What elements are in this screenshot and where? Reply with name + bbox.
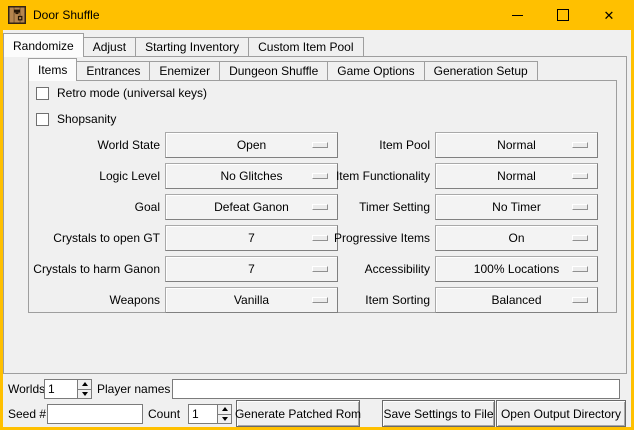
timer-setting-dropdown[interactable]: No Timer [435,194,598,220]
item-functionality-dropdown[interactable]: Normal [435,163,598,189]
logic-level-label: Logic Level [10,163,160,189]
maximize-button[interactable] [540,0,586,30]
tab-generation-setup[interactable]: Generation Setup [424,61,538,80]
tab-randomize[interactable]: Randomize [3,33,84,57]
goal-label: Goal [10,194,160,220]
spin-down-button[interactable] [218,415,231,424]
progressive-items-label: Progressive Items [300,225,430,251]
tab-enemizer[interactable]: Enemizer [149,61,220,80]
player-names-label: Player names [97,379,170,399]
app-window: Door Shuffle ✕ Randomize Adjust Starting… [0,0,634,430]
timer-setting-label: Timer Setting [300,194,430,220]
tab-game-options[interactable]: Game Options [327,61,424,80]
tab-custom-item-pool[interactable]: Custom Item Pool [248,37,363,56]
minimize-icon [512,15,523,16]
spin-up-button[interactable] [218,405,231,415]
spin-down-icon [222,417,228,421]
count-value: 1 [189,405,217,423]
seed-input[interactable] [47,404,143,424]
checkbox-unchecked-icon [36,113,49,126]
open-output-directory-button[interactable]: Open Output Directory [496,400,626,427]
menu-indicator-icon [572,235,588,241]
worlds-value: 1 [45,380,77,398]
item-functionality-label: Item Functionality [300,163,430,189]
accessibility-dropdown[interactable]: 100% Locations [435,256,598,282]
progressive-items-dropdown[interactable]: On [435,225,598,251]
menu-indicator-icon [572,142,588,148]
player-names-input[interactable] [172,379,620,399]
tab-entrances[interactable]: Entrances [76,61,150,80]
worlds-label: Worlds [8,379,45,399]
item-pool-dropdown[interactable]: Normal [435,132,598,158]
menu-indicator-icon [572,173,588,179]
checkbox-unchecked-icon [36,87,49,100]
retro-mode-checkbox[interactable]: Retro mode (universal keys) [36,86,207,100]
weapons-label: Weapons [10,287,160,313]
menu-indicator-icon [572,266,588,272]
worlds-spinner[interactable]: 1 [44,379,92,399]
close-button[interactable]: ✕ [586,0,632,30]
item-pool-label: Item Pool [300,132,430,158]
close-icon: ✕ [604,9,615,22]
tab-adjust[interactable]: Adjust [83,37,136,56]
spinner-arrows [77,380,91,398]
world-state-label: World State [10,132,160,158]
item-sorting-label: Item Sorting [300,287,430,313]
sub-tab-bar: Items Entrances Enemizer Dungeon Shuffle… [28,58,538,80]
spin-up-icon [82,382,88,386]
menu-indicator-icon [572,297,588,303]
titlebar[interactable]: Door Shuffle ✕ [0,0,634,30]
accessibility-label: Accessibility [300,256,430,282]
generate-patched-rom-button[interactable]: Generate Patched Rom [236,400,360,427]
crystals-gt-label: Crystals to open GT [10,225,160,251]
shopsanity-checkbox[interactable]: Shopsanity [36,112,116,126]
crystals-ganon-label: Crystals to harm Ganon [10,256,160,282]
save-settings-button[interactable]: Save Settings to File [382,400,495,427]
spin-up-icon [222,407,228,411]
minimize-button[interactable] [494,0,540,30]
retro-mode-label: Retro mode (universal keys) [57,86,207,100]
tab-starting-inventory[interactable]: Starting Inventory [135,37,249,56]
seed-label: Seed # [8,404,46,424]
spinner-arrows [217,405,231,423]
item-sorting-dropdown[interactable]: Balanced [435,287,598,313]
tab-items[interactable]: Items [28,58,77,81]
spin-up-button[interactable] [78,380,91,390]
main-tab-bar: Randomize Adjust Starting Inventory Cust… [3,33,364,56]
tab-dungeon-shuffle[interactable]: Dungeon Shuffle [219,61,328,80]
spin-down-icon [82,392,88,396]
window-title: Door Shuffle [33,8,100,22]
window-controls: ✕ [494,0,632,30]
count-spinner[interactable]: 1 [188,404,232,424]
menu-indicator-icon [572,204,588,210]
spin-down-button[interactable] [78,390,91,399]
app-icon [8,6,26,24]
count-label: Count [148,404,180,424]
shopsanity-label: Shopsanity [57,112,116,126]
maximize-icon [557,9,569,21]
